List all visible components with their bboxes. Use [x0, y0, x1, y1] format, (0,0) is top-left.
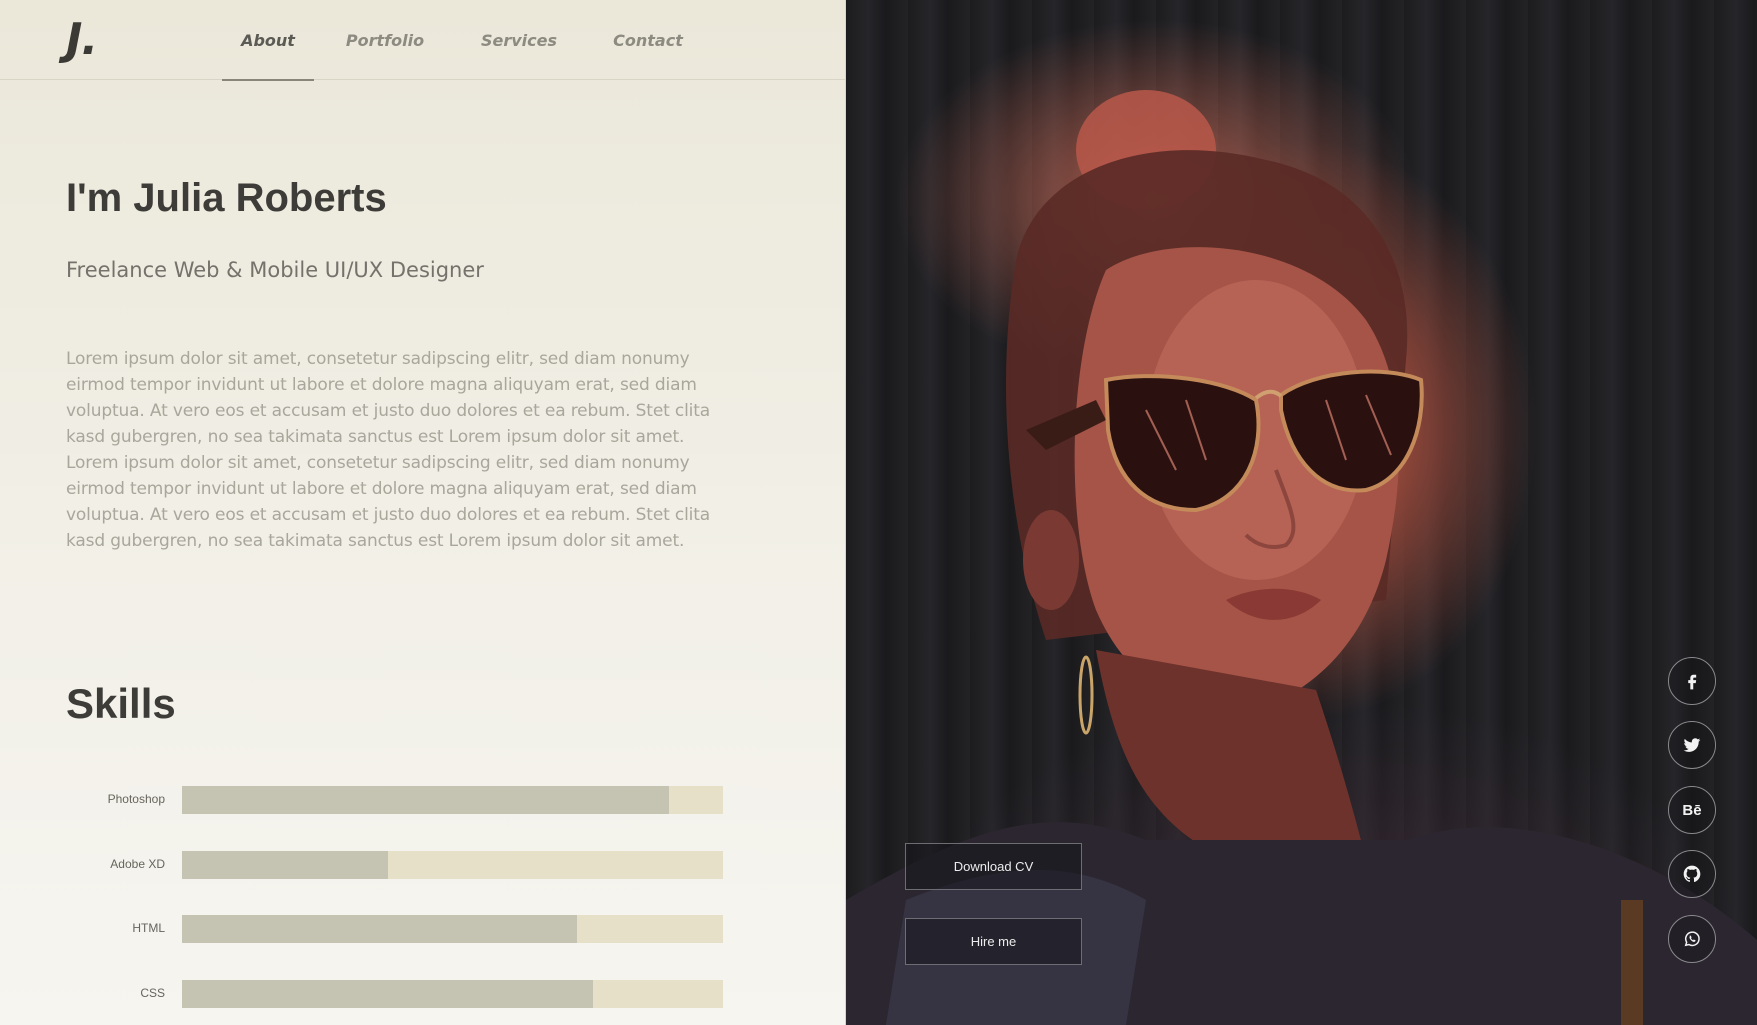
- download-cv-button[interactable]: Download CV: [905, 843, 1082, 890]
- nav-portfolio[interactable]: Portfolio: [326, 0, 444, 80]
- nav-contact[interactable]: Contact: [592, 0, 704, 80]
- facebook-icon: [1688, 674, 1697, 690]
- nav-about[interactable]: About: [222, 0, 314, 81]
- skills-heading: Skills: [66, 680, 176, 727]
- logo[interactable]: J.: [66, 14, 98, 65]
- main-nav: About Portfolio Services Contact: [222, 0, 704, 81]
- skill-bar-track: [182, 915, 723, 943]
- skill-row-html: HTML: [66, 915, 723, 943]
- behance-link[interactable]: Bē: [1668, 786, 1716, 834]
- whatsapp-link[interactable]: [1668, 915, 1716, 963]
- skill-bar-track: [182, 980, 723, 1008]
- page-subtitle: Freelance Web & Mobile UI/UX Designer: [66, 258, 484, 282]
- bio-text: Lorem ipsum dolor sit amet, consetetur s…: [66, 349, 711, 551]
- skill-label: HTML: [132, 921, 165, 935]
- skill-bar-track: [182, 851, 723, 879]
- nav-services[interactable]: Services: [464, 0, 574, 80]
- content-panel: J. About Portfolio Services Contact I'm …: [0, 0, 846, 1025]
- skill-label: Adobe XD: [110, 857, 165, 871]
- facebook-link[interactable]: [1668, 657, 1716, 705]
- twitter-icon: [1683, 738, 1701, 752]
- hire-me-button[interactable]: Hire me: [905, 918, 1082, 965]
- page-title: I'm Julia Roberts: [66, 176, 387, 220]
- skill-label: CSS: [140, 986, 165, 1000]
- site-header: J. About Portfolio Services Contact: [0, 0, 845, 81]
- skill-row-photoshop: Photoshop: [66, 786, 723, 814]
- skill-bar-track: [182, 786, 723, 814]
- twitter-link[interactable]: [1668, 721, 1716, 769]
- skill-row-adobe-xd: Adobe XD: [66, 851, 723, 879]
- whatsapp-icon: [1684, 931, 1700, 947]
- skill-bar-fill: [182, 915, 577, 943]
- skill-row-css: CSS: [66, 980, 723, 1008]
- behance-icon: Bē: [1682, 801, 1702, 819]
- hero-photo-panel: Download CV Hire me Bē: [846, 0, 1757, 1025]
- skill-bar-fill: [182, 980, 594, 1008]
- skill-bar-fill: [182, 786, 669, 814]
- github-icon: [1683, 865, 1701, 883]
- skill-bar-fill: [182, 851, 388, 879]
- skill-label: Photoshop: [107, 792, 165, 806]
- github-link[interactable]: [1668, 850, 1716, 898]
